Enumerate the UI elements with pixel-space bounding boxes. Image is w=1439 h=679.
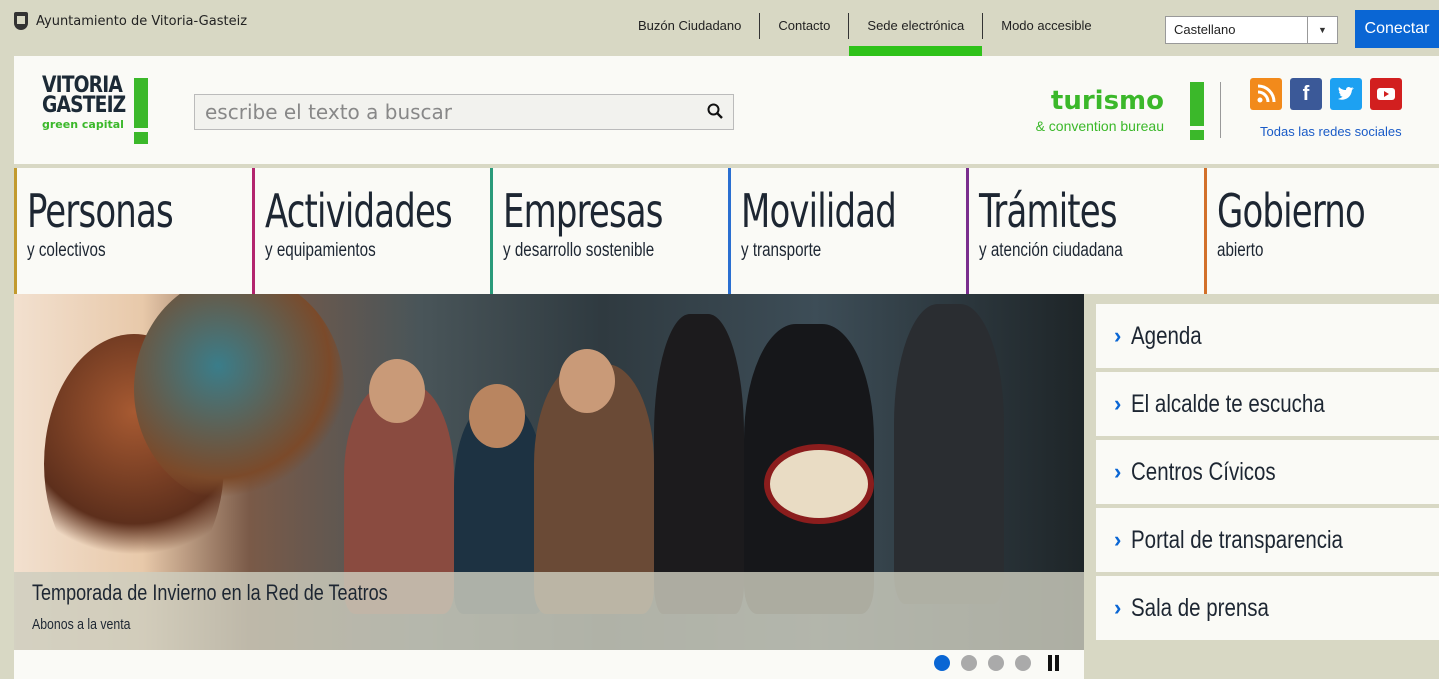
quick-link-agenda[interactable]: › Agenda <box>1096 304 1439 368</box>
nav-item-subtitle: y equipamientos <box>265 240 376 261</box>
search-input[interactable] <box>195 95 675 129</box>
vitoria-gasteiz-logo[interactable]: VITORIA GASTEIZ green capital <box>42 75 152 148</box>
quick-link-sala-prensa[interactable]: › Sala de prensa <box>1096 576 1439 640</box>
nav-item-movilidad[interactable]: Movilidad y transporte <box>728 168 966 294</box>
social-icons: f <box>1250 78 1402 110</box>
logo-line-2: GASTEIZ <box>42 93 126 118</box>
quick-link-label: Sala de prensa <box>1131 593 1270 622</box>
nav-item-tramites[interactable]: Trámites y atención ciudadana <box>966 168 1204 294</box>
chevron-right-icon: › <box>1114 527 1122 552</box>
hero-caption[interactable]: Temporada de Invierno en la Red de Teatr… <box>14 572 1084 650</box>
nav-item-subtitle: y transporte <box>741 240 822 261</box>
nav-item-title: Actividades <box>265 184 453 238</box>
chevron-right-icon: › <box>1114 595 1122 620</box>
site-header: VITORIA GASTEIZ green capital turismo & … <box>14 56 1439 166</box>
chevron-down-icon[interactable]: ▼ <box>1307 17 1337 43</box>
connect-button[interactable]: Conectar <box>1355 10 1439 48</box>
hero-image-puppet-head <box>559 349 615 413</box>
hero-carousel[interactable]: Temporada de Invierno en la Red de Teatr… <box>14 294 1084 650</box>
header-divider <box>1220 82 1221 138</box>
rss-icon[interactable] <box>1250 78 1282 110</box>
carousel-dot[interactable] <box>934 655 950 671</box>
contacto-link[interactable]: Contacto <box>760 13 850 39</box>
municipality-label: Ayuntamiento de Vitoria-Gasteiz <box>36 13 248 29</box>
language-select[interactable]: Castellano ▼ <box>1165 16 1338 44</box>
search-box <box>194 94 734 130</box>
turismo-exclamation-icon <box>1190 82 1204 126</box>
nav-item-empresas[interactable]: Empresas y desarrollo sostenible <box>490 168 728 294</box>
pause-icon[interactable] <box>1048 655 1060 671</box>
hero-image-puppet-head <box>369 359 425 423</box>
turismo-subtitle: & convention bureau <box>1035 118 1164 134</box>
chevron-right-icon: › <box>1114 323 1122 348</box>
carousel-controls <box>14 650 1084 679</box>
turismo-exclamation-dot-icon <box>1190 130 1204 140</box>
nav-item-title: Movilidad <box>741 184 897 238</box>
hero-image-drum <box>764 444 874 524</box>
hero-image-figure <box>894 304 1004 604</box>
chevron-right-icon: › <box>1114 391 1122 416</box>
nav-item-title: Empresas <box>503 184 663 238</box>
twitter-icon[interactable] <box>1330 78 1362 110</box>
coat-of-arms-icon <box>14 12 28 30</box>
utility-links: Buzón Ciudadano Contacto Sede electrónic… <box>620 0 1110 56</box>
carousel-dots <box>934 655 1060 671</box>
youtube-icon[interactable] <box>1370 78 1402 110</box>
nav-item-subtitle: y desarrollo sostenible <box>503 240 655 261</box>
buzon-ciudadano-link[interactable]: Buzón Ciudadano <box>620 13 761 39</box>
hero-image-puppet-head <box>469 384 525 448</box>
facebook-icon[interactable]: f <box>1290 78 1322 110</box>
municipality-link[interactable]: Ayuntamiento de Vitoria-Gasteiz <box>14 12 247 30</box>
turismo-logo[interactable]: turismo & convention bureau <box>999 82 1214 142</box>
quick-link-label: Portal de transparencia <box>1131 525 1344 554</box>
nav-item-gobierno[interactable]: Gobierno abierto <box>1204 168 1439 294</box>
chevron-right-icon: › <box>1114 459 1122 484</box>
nav-item-title: Trámites <box>979 184 1118 238</box>
quick-link-transparencia[interactable]: › Portal de transparencia <box>1096 508 1439 572</box>
carousel-dot[interactable] <box>988 655 1004 671</box>
language-selected-value: Castellano <box>1174 22 1236 37</box>
turismo-title: turismo <box>1050 86 1164 116</box>
main-navigation: Personas y colectivos Actividades y equi… <box>14 168 1439 294</box>
nav-item-title: Personas <box>27 184 174 238</box>
nav-item-subtitle: y colectivos <box>27 240 106 261</box>
nav-item-title: Gobierno <box>1217 184 1366 238</box>
quick-link-label: Centros Cívicos <box>1131 457 1277 486</box>
logo-exclamation-icon <box>134 78 148 128</box>
logo-exclamation-dot-icon <box>134 132 148 144</box>
sede-electronica-link[interactable]: Sede electrónica <box>849 13 984 56</box>
hero-title: Temporada de Invierno en la Red de Teatr… <box>32 580 388 605</box>
nav-item-personas[interactable]: Personas y colectivos <box>14 168 252 294</box>
quick-link-centros-civicos[interactable]: › Centros Cívicos <box>1096 440 1439 504</box>
quick-link-label: Agenda <box>1131 321 1203 350</box>
top-bar: Ayuntamiento de Vitoria-Gasteiz Buzón Ci… <box>0 0 1439 56</box>
nav-item-actividades[interactable]: Actividades y equipamientos <box>252 168 490 294</box>
modo-accesible-link[interactable]: Modo accesible <box>983 13 1109 39</box>
quick-links-menu: › Agenda › El alcalde te escucha › Centr… <box>1096 304 1439 644</box>
search-icon[interactable] <box>707 103 723 119</box>
quick-link-label: El alcalde te escucha <box>1131 389 1326 418</box>
quick-link-alcalde[interactable]: › El alcalde te escucha <box>1096 372 1439 436</box>
hero-image-figure <box>654 314 744 614</box>
nav-item-subtitle: y atención ciudadana <box>979 240 1123 261</box>
carousel-dot[interactable] <box>1015 655 1031 671</box>
hero-subtitle: Abonos a la venta <box>32 616 131 633</box>
carousel-dot[interactable] <box>961 655 977 671</box>
all-social-networks-link[interactable]: Todas las redes sociales <box>1260 124 1402 139</box>
nav-item-subtitle: abierto <box>1217 240 1264 261</box>
